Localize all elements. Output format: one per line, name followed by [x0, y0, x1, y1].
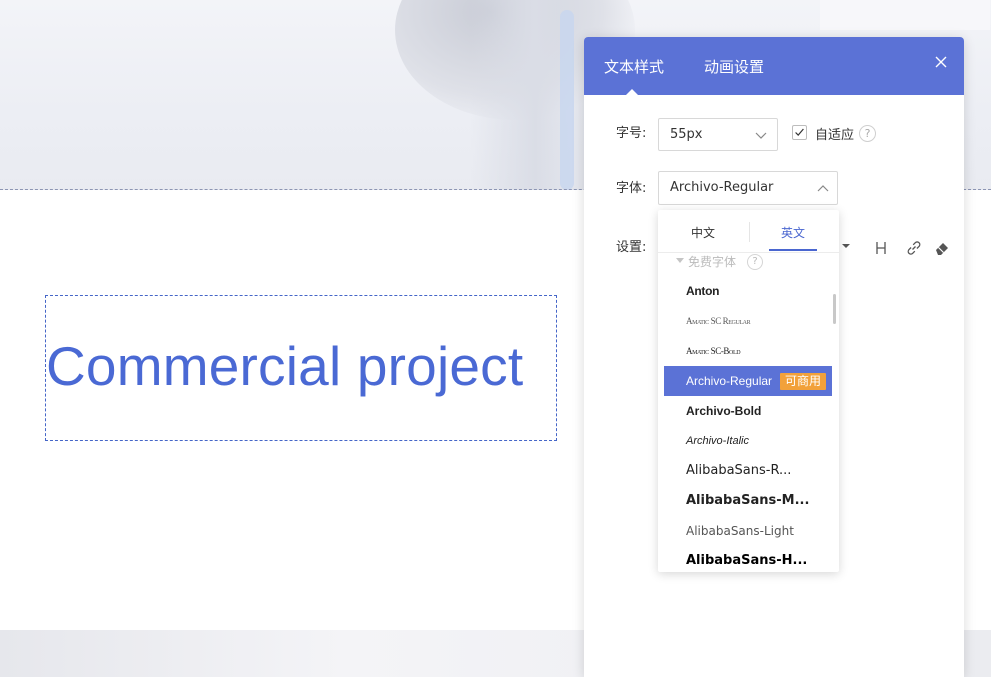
font-option-archivo-italic[interactable]: Archivo-Italic — [664, 426, 832, 456]
font-option-label: Archivo-Bold — [686, 404, 762, 418]
tab-divider — [749, 222, 750, 242]
font-option-amatic-regular[interactable]: Amatic SC Regular — [664, 306, 832, 336]
autofit-checkbox[interactable] — [792, 125, 807, 140]
font-option-label: Archivo-Italic — [686, 435, 749, 447]
font-family-label: 字体: — [616, 181, 647, 196]
font-size-select[interactable]: 55px — [658, 118, 778, 151]
font-dropdown: 中文 英文 免费字体 ? Anton Amatic SC Regular Ama… — [658, 210, 839, 572]
font-size-label: 字号: — [616, 126, 647, 141]
active-tab-underline — [769, 249, 817, 251]
font-language-tabs: 中文 英文 — [658, 210, 839, 253]
dropdown-scrollbar[interactable] — [833, 294, 836, 324]
chevron-down-icon[interactable] — [842, 242, 850, 250]
font-family-select[interactable]: Archivo-Regular — [658, 171, 838, 205]
font-group-label: 免费字体 — [688, 255, 737, 269]
font-option-amatic-bold[interactable]: Amatic SC-Bold — [664, 336, 832, 366]
tab-chinese-fonts[interactable]: 中文 — [691, 224, 715, 241]
autofit-label: 自适应 — [815, 128, 855, 143]
font-option-archivo-bold[interactable]: Archivo-Bold — [664, 396, 832, 426]
font-option-label: Anton — [686, 284, 720, 298]
help-icon[interactable]: ? — [859, 125, 876, 142]
close-icon[interactable] — [932, 53, 950, 71]
font-option-label: Amatic SC-Bold — [686, 346, 741, 356]
settings-label: 设置: — [616, 240, 647, 255]
font-option-alibabasans-regular[interactable]: AlibabaSans-R... — [664, 456, 832, 486]
font-option-anton[interactable]: Anton — [664, 276, 832, 306]
checkmark-icon — [795, 128, 804, 136]
canvas-text-box[interactable]: Commercial project — [45, 295, 557, 441]
font-option-label: AlibabaSans-M... — [686, 493, 810, 508]
font-list: Anton Amatic SC Regular Amatic SC-Bold A… — [664, 276, 832, 572]
commercial-use-badge: 可商用 — [780, 373, 827, 390]
canvas-text[interactable]: Commercial project — [46, 334, 523, 398]
help-icon[interactable]: ? — [747, 254, 763, 270]
font-family-value: Archivo-Regular — [670, 180, 774, 195]
tab-animation-settings[interactable]: 动画设置 — [704, 57, 764, 77]
font-option-alibabasans-medium[interactable]: AlibabaSans-M... — [664, 486, 832, 516]
font-option-label: Amatic SC Regular — [686, 316, 751, 326]
background-shape — [560, 10, 574, 190]
caret-down-icon — [676, 258, 684, 263]
font-option-alibabasans-light[interactable]: AlibabaSans-Light — [664, 516, 832, 546]
font-size-value: 55px — [670, 127, 703, 142]
font-option-archivo-regular[interactable]: Archivo-Regular 可商用 — [664, 366, 832, 396]
heading-icon[interactable] — [872, 239, 890, 257]
chevron-up-icon — [817, 185, 829, 192]
font-option-alibabasans-heavy[interactable]: AlibabaSans-H... — [664, 546, 832, 572]
font-option-label: AlibabaSans-R... — [686, 463, 792, 478]
font-option-label: AlibabaSans-H... — [686, 553, 808, 568]
background-shape — [820, 0, 990, 30]
eraser-icon[interactable] — [933, 239, 951, 257]
font-option-label: AlibabaSans-Light — [686, 524, 794, 538]
tab-text-style[interactable]: 文本样式 — [604, 57, 664, 77]
panel-header: 文本样式 动画设置 — [584, 37, 964, 95]
link-icon[interactable] — [905, 239, 923, 257]
background-shape — [470, 0, 600, 190]
tab-english-fonts[interactable]: 英文 — [781, 224, 805, 241]
font-option-label: Archivo-Regular — [686, 374, 773, 388]
active-tab-indicator — [626, 89, 638, 95]
chevron-down-icon — [755, 132, 767, 139]
